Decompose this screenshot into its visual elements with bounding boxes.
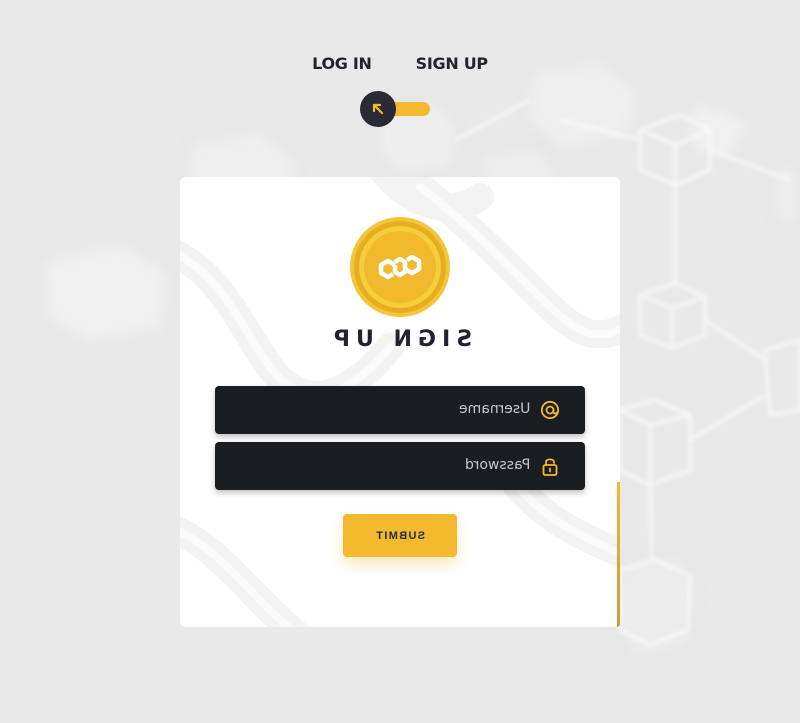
auth-tabs: LOG IN SIGN UP [0,54,800,73]
username-field[interactable]: Username [215,386,585,434]
signup-card: SIGN UP Username Password SUBMIT [180,177,620,627]
username-placeholder: Username [458,401,530,417]
password-field[interactable]: Password [215,442,585,490]
at-sign-icon [540,400,560,420]
password-placeholder: Password [464,457,530,473]
login-signup-toggle[interactable] [360,91,430,127]
tab-sign-up[interactable]: SIGN UP [416,54,489,73]
toggle-knob[interactable] [360,91,396,127]
tab-log-in[interactable]: LOG IN [312,54,372,73]
arrow-up-left-icon [372,103,384,115]
submit-button-label: SUBMIT [375,529,425,542]
lock-icon [542,458,558,476]
page-title: SIGN UP [327,327,473,352]
polygon-coin-logo [350,217,450,317]
card-accent-edge [617,482,620,627]
submit-button[interactable]: SUBMIT [343,514,457,557]
